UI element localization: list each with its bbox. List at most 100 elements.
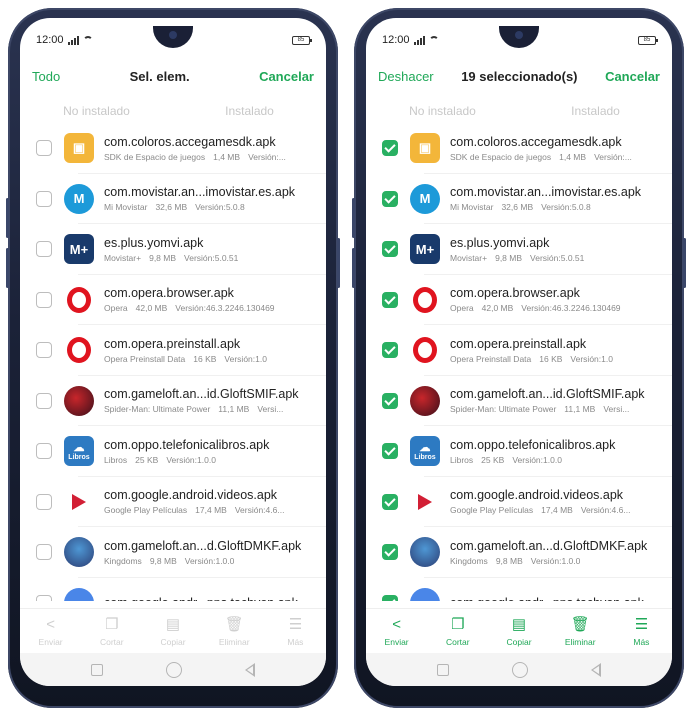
- item-checkbox[interactable]: [36, 544, 52, 561]
- eliminar-action[interactable]: 🗑 Eliminar: [550, 609, 611, 653]
- cut-icon: ❐: [105, 615, 119, 633]
- apk-file-name: com.google.andr...pps.tachyon.apk: [104, 596, 326, 601]
- enviar-action[interactable]: < Enviar: [366, 609, 427, 653]
- item-checkbox[interactable]: [382, 443, 398, 460]
- libros-icon-label: Libros: [68, 454, 90, 462]
- item-checkbox[interactable]: [36, 594, 52, 601]
- home-icon[interactable]: [511, 661, 528, 678]
- back-icon[interactable]: [244, 662, 255, 677]
- item-checkbox[interactable]: [382, 544, 398, 561]
- app-label: Spider-Man: Ultimate Power: [104, 404, 211, 415]
- action-label: Enviar: [384, 636, 409, 647]
- cancel-button[interactable]: Cancelar: [259, 69, 314, 84]
- item-checkbox[interactable]: [382, 342, 398, 359]
- apk-file-name: com.opera.preinstall.apk: [104, 336, 241, 351]
- item-checkbox[interactable]: [382, 392, 398, 409]
- tab-installed[interactable]: Instalado: [173, 98, 326, 124]
- apk-file-name: com.google.android.videos.apk: [104, 488, 278, 503]
- tab-not-installed[interactable]: No instalado: [20, 98, 173, 124]
- apk-list-item[interactable]: com.opera.browser.apk Opera 42,0 MB Versión…: [20, 275, 326, 326]
- apk-list-item[interactable]: M+ es.plus.yomvi.apk Movistar+ 9,8 MB Versió…: [366, 224, 672, 275]
- app-version: Versión:1.0: [224, 353, 267, 364]
- apk-meta: Opera 42,0 MB Versión:46.3.2246.130469: [450, 303, 672, 313]
- tab-not-installed[interactable]: No instalado: [366, 98, 519, 124]
- side-button: [352, 248, 355, 288]
- cortar-action[interactable]: ❐ Cortar: [81, 609, 142, 653]
- item-checkbox[interactable]: [36, 140, 52, 157]
- item-checkbox[interactable]: [382, 140, 398, 157]
- apk-list-item[interactable]: com.opera.preinstall.apk Opera Preinstall…: [20, 325, 326, 376]
- apk-list-item[interactable]: ▣ com.coloros.accegamesdk.apk SDK de Espac…: [20, 123, 326, 174]
- apk-list-item[interactable]: com.google.andr...pps.tachyon.apk: [366, 578, 672, 601]
- install-tabs: No instalado Instalado: [366, 98, 672, 124]
- apk-list-item[interactable]: com.opera.browser.apk Opera 42,0 MB Versión…: [366, 275, 672, 326]
- games-icon: ▣: [410, 133, 440, 164]
- status-time: 12:00: [382, 34, 410, 46]
- apk-list-item[interactable]: ☁ Libros com.oppo.telefonicalibros.apk Libr…: [366, 426, 672, 477]
- cut-icon: ❐: [451, 615, 465, 633]
- play-movies-icon: [64, 487, 94, 517]
- select-all-button[interactable]: Deshacer: [378, 69, 434, 84]
- apk-list-item[interactable]: com.gameloft.an...id.GloftSMIF.apk Spider…: [20, 376, 326, 427]
- trash-icon: 🗑: [570, 615, 590, 633]
- file-size: 16 KB: [193, 353, 217, 364]
- opera-icon: [410, 285, 440, 315]
- apk-list-item[interactable]: com.google.android.videos.apk Google Play…: [366, 477, 672, 528]
- apk-list-item[interactable]: ▣ com.coloros.accegamesdk.apk SDK de Espac…: [366, 123, 672, 174]
- apk-list: ▣ com.coloros.accegamesdk.apk SDK de Espac…: [366, 123, 672, 601]
- comparison-stage: 12:00 85 Todo Sel. elem. Cancelar No ins…: [0, 0, 690, 709]
- home-icon[interactable]: [165, 661, 182, 678]
- item-checkbox[interactable]: [382, 190, 398, 207]
- eliminar-action[interactable]: 🗑 Eliminar: [204, 609, 265, 653]
- apk-list-item[interactable]: com.gameloft.an...id.GloftSMIF.apk Spider…: [366, 376, 672, 427]
- item-checkbox[interactable]: [382, 594, 398, 601]
- más-action[interactable]: ☰ Más: [611, 609, 672, 653]
- app-version: Versión:1.0.0: [166, 454, 216, 465]
- apk-file-name: com.gameloft.an...d.GloftDMKF.apk: [104, 538, 302, 553]
- item-checkbox[interactable]: [36, 493, 52, 510]
- apk-file-name: com.gameloft.an...id.GloftSMIF.apk: [104, 387, 299, 402]
- más-action[interactable]: ☰ Más: [265, 609, 326, 653]
- enviar-action[interactable]: < Enviar: [20, 609, 81, 653]
- bottom-action-bar: < Enviar ❐ Cortar ▤ Copiar 🗑 Eliminar ☰ Más: [20, 608, 326, 653]
- copiar-action[interactable]: ▤ Copiar: [142, 609, 203, 653]
- apk-list-item[interactable]: Mcom.movistar.an...imovistar.es.apk Mi Mo…: [20, 174, 326, 225]
- apk-list-item[interactable]: com.gameloft.an...d.GloftDMKF.apk Kingdom…: [366, 527, 672, 578]
- item-checkbox[interactable]: [36, 190, 52, 207]
- apk-list-item[interactable]: com.opera.preinstall.apk Opera Preinstall…: [366, 325, 672, 376]
- power-button: [337, 238, 340, 288]
- item-checkbox[interactable]: [36, 443, 52, 460]
- item-checkbox[interactable]: [382, 241, 398, 258]
- apk-meta: Mi Movistar 32,6 MB Versión:5.0.8: [104, 202, 326, 212]
- duo-icon: [64, 587, 94, 601]
- app-label: Libros: [104, 454, 128, 465]
- apk-meta: Spider-Man: Ultimate Power 11,1 MB Versi..…: [104, 404, 326, 414]
- movistar-plus-icon: M+: [410, 234, 440, 265]
- item-checkbox[interactable]: [36, 392, 52, 409]
- item-checkbox[interactable]: [382, 291, 398, 308]
- apk-list-item[interactable]: com.gameloft.an...d.GloftDMKF.apk Kingdom…: [20, 527, 326, 578]
- cortar-action[interactable]: ❐ Cortar: [427, 609, 488, 653]
- apk-list-item[interactable]: com.google.android.videos.apk Google Play…: [20, 477, 326, 528]
- apk-list-item[interactable]: M+ es.plus.yomvi.apk Movistar+ 9,8 MB Versió…: [20, 224, 326, 275]
- app-label: Libros: [450, 454, 474, 465]
- item-checkbox[interactable]: [36, 291, 52, 308]
- item-checkbox[interactable]: [382, 493, 398, 510]
- app-version: Versión:1.0.0: [530, 555, 581, 566]
- item-checkbox[interactable]: [36, 241, 52, 258]
- recent-apps-icon[interactable]: [437, 663, 450, 676]
- recent-apps-icon[interactable]: [91, 663, 104, 676]
- battery-icon: 85: [638, 35, 658, 45]
- tab-installed[interactable]: Instalado: [519, 98, 672, 124]
- copiar-action[interactable]: ▤ Copiar: [488, 609, 549, 653]
- cancel-button[interactable]: Cancelar: [605, 69, 660, 84]
- movistar-icon: M: [410, 183, 440, 214]
- item-checkbox[interactable]: [36, 342, 52, 359]
- select-all-button[interactable]: Todo: [32, 69, 60, 84]
- app-label: Opera Preinstall Data: [104, 353, 186, 364]
- apk-list-item[interactable]: ☁ Libros com.oppo.telefonicalibros.apk Libr…: [20, 426, 326, 477]
- apk-list-item[interactable]: com.google.andr...pps.tachyon.apk: [20, 578, 326, 601]
- app-label: SDK de Espacio de juegos: [450, 151, 552, 162]
- apk-list-item[interactable]: Mcom.movistar.an...imovistar.es.apk Mi Mo…: [366, 174, 672, 225]
- back-icon[interactable]: [590, 662, 601, 677]
